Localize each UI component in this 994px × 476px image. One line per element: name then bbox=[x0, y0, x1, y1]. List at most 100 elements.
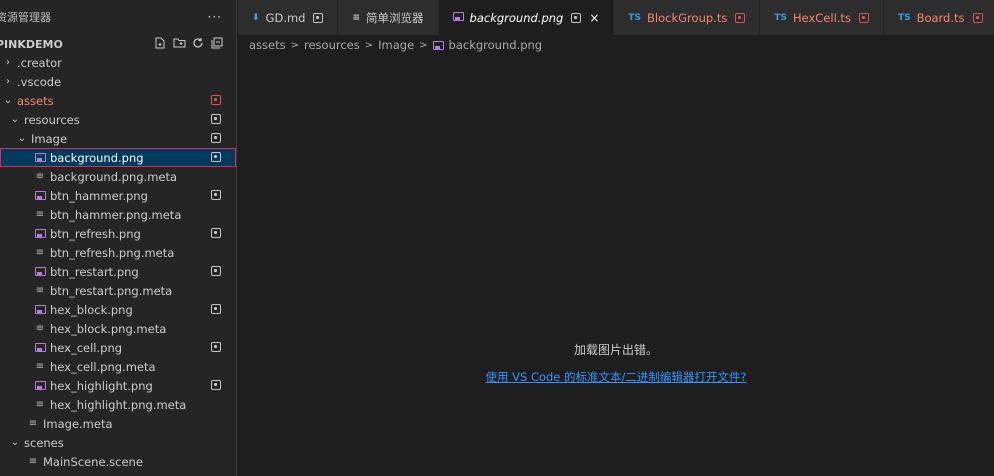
tree-item-label: btn_refresh.png.meta bbox=[50, 245, 175, 260]
tree-item[interactable]: hex_highlight.png bbox=[0, 376, 236, 395]
file-tree: › .creator › .vscode ⌄ assets ⌄ resources ⌄ Image… bbox=[0, 53, 236, 476]
breadcrumb-item-resources[interactable]: resources bbox=[304, 38, 360, 52]
explorer-title: 资源管理器 bbox=[0, 11, 51, 24]
new-folder-icon[interactable] bbox=[172, 36, 186, 50]
tree-item[interactable]: ⌄ scenes bbox=[0, 433, 236, 452]
tree-item[interactable]: ≡ btn_refresh.png.meta bbox=[0, 243, 236, 262]
tree-item-label: btn_hammer.png bbox=[50, 188, 148, 203]
tab-label: HexCell.ts bbox=[792, 10, 851, 25]
chevron-down-icon: ⌄ bbox=[10, 114, 20, 125]
tree-item-label: btn_restart.png bbox=[50, 264, 139, 279]
text-file-icon: ≡ bbox=[35, 285, 45, 296]
typescript-file-icon: TS bbox=[628, 12, 642, 23]
tree-item[interactable]: ≡ btn_hammer.png.meta bbox=[0, 205, 236, 224]
tree-item[interactable]: ≡ MainScene.scene bbox=[0, 452, 236, 471]
tree-item-label: assets bbox=[17, 93, 54, 108]
chevron-right-icon: › bbox=[6, 57, 10, 68]
text-file-icon: ≡ bbox=[28, 456, 38, 467]
image-preview-editor: 加载图片出错。 使用 VS Code 的标准文本/二进制编辑器打开文件? bbox=[238, 55, 994, 476]
modified-status-icon bbox=[571, 12, 582, 23]
breadcrumb: assets > resources > Image > background.… bbox=[249, 35, 542, 55]
typescript-file-icon: TS bbox=[897, 12, 911, 23]
image-file-icon bbox=[34, 228, 46, 240]
tree-item[interactable]: ≡ hex_block.png.meta bbox=[0, 319, 236, 338]
tree-item[interactable]: btn_restart.png bbox=[0, 262, 236, 281]
modified-status-icon bbox=[313, 12, 324, 23]
tree-item-label: resources bbox=[24, 112, 80, 127]
tree-item[interactable]: › .vscode bbox=[0, 72, 236, 91]
tree-item[interactable]: hex_cell.png bbox=[0, 338, 236, 357]
breadcrumb-item-file[interactable]: background.png bbox=[449, 38, 543, 52]
tree-item-label: background.png bbox=[50, 150, 144, 165]
tree-item[interactable]: btn_hammer.png bbox=[0, 186, 236, 205]
editor-tab[interactable]: background.png × bbox=[438, 0, 615, 35]
modified-status-icon bbox=[211, 190, 221, 200]
modified-status-icon bbox=[211, 95, 221, 105]
editor-tab[interactable]: TS Board.ts bbox=[883, 0, 994, 35]
modified-status-icon bbox=[858, 12, 869, 23]
image-file-icon bbox=[34, 266, 46, 278]
editor-tab[interactable]: TS HexCell.ts bbox=[760, 0, 884, 35]
text-file-icon: ≡ bbox=[35, 399, 45, 410]
tree-item-label: btn_hammer.png.meta bbox=[50, 207, 182, 222]
chevron-down-icon: ⌄ bbox=[10, 437, 20, 448]
text-file-icon: ≡ bbox=[35, 209, 45, 220]
tree-item-label: hex_highlight.png.meta bbox=[50, 397, 187, 412]
text-file-icon: ≡ bbox=[35, 361, 45, 372]
breadcrumb-item-image[interactable]: Image bbox=[378, 38, 414, 52]
editor-tab[interactable]: ≡ 简单浏览器 bbox=[338, 0, 439, 35]
project-section-header[interactable]: PINKDEMO bbox=[0, 34, 236, 54]
tree-item-label: .vscode bbox=[17, 74, 62, 89]
chevron-right-icon: > bbox=[290, 39, 299, 51]
image-file-icon bbox=[452, 11, 464, 24]
project-name: PINKDEMO bbox=[0, 37, 63, 51]
collapse-all-icon[interactable] bbox=[210, 36, 224, 50]
tree-item[interactable]: hex_block.png bbox=[0, 300, 236, 319]
new-file-icon[interactable] bbox=[153, 36, 167, 50]
tab-label: GD.md bbox=[265, 10, 306, 25]
refresh-icon[interactable] bbox=[191, 36, 205, 50]
image-file-icon bbox=[34, 304, 46, 316]
explorer-sidebar: 资源管理器 ··· PINKDEMO › .creator › .vscode ⌄ ass… bbox=[0, 0, 237, 476]
tree-item[interactable]: ⌄ resources bbox=[0, 110, 236, 129]
tree-item-label: hex_block.png bbox=[50, 302, 133, 317]
tree-item[interactable]: btn_refresh.png bbox=[0, 224, 236, 243]
tree-item-label: MainScene.scene bbox=[43, 454, 143, 469]
tree-item-label: background.png.meta bbox=[50, 169, 178, 184]
tree-item-label: Image bbox=[31, 131, 68, 146]
modified-status-icon bbox=[211, 304, 221, 314]
markdown-file-icon: ⬇ bbox=[252, 12, 260, 23]
image-file-icon bbox=[34, 380, 46, 392]
tree-item[interactable]: ⌄ Image bbox=[0, 129, 236, 148]
close-icon[interactable]: × bbox=[589, 11, 599, 25]
tree-item[interactable]: ≡ background.png.meta bbox=[0, 167, 236, 186]
tree-item[interactable]: ≡ Image.meta bbox=[0, 414, 236, 433]
chevron-down-icon: ⌄ bbox=[17, 133, 27, 144]
tree-item[interactable]: › .creator bbox=[0, 53, 236, 72]
tree-item-label: btn_restart.png.meta bbox=[50, 283, 173, 298]
more-actions-icon[interactable]: ··· bbox=[208, 10, 222, 24]
breadcrumb-item-assets[interactable]: assets bbox=[249, 38, 286, 52]
modified-status-icon bbox=[211, 114, 221, 124]
tree-item-label: .creator bbox=[17, 55, 62, 70]
tree-item[interactable]: ≡ hex_highlight.png.meta bbox=[0, 395, 236, 414]
editor-tabs: ⬇ GD.md ≡ 简单浏览器 background.png × TS BlockGroup.… bbox=[238, 0, 994, 35]
tree-item[interactable]: ≡MainScene.scene.meta bbox=[0, 471, 236, 476]
editor-tab[interactable]: ⬇ GD.md bbox=[238, 0, 339, 35]
tree-item-label: scenes bbox=[24, 435, 64, 450]
tab-label: Board.ts bbox=[916, 10, 965, 25]
tree-item[interactable]: ≡ btn_restart.png.meta bbox=[0, 281, 236, 300]
tab-label: BlockGroup.ts bbox=[647, 10, 728, 25]
explorer-header: 资源管理器 ··· bbox=[0, 0, 236, 34]
tree-item-label: hex_cell.png.meta bbox=[50, 359, 156, 374]
tree-item[interactable]: background.png bbox=[0, 148, 236, 167]
editor-tab[interactable]: TS BlockGroup.ts bbox=[614, 0, 761, 35]
tree-item[interactable]: ⌄ assets bbox=[0, 91, 236, 110]
image-file-icon bbox=[432, 40, 444, 50]
text-file-icon: ≡ bbox=[35, 247, 45, 258]
error-message: 加载图片出错。 bbox=[573, 343, 658, 357]
modified-status-icon bbox=[972, 12, 983, 23]
open-with-text-editor-link[interactable]: 使用 VS Code 的标准文本/二进制编辑器打开文件? bbox=[238, 369, 994, 385]
tree-item[interactable]: ≡ hex_cell.png.meta bbox=[0, 357, 236, 376]
modified-status-icon bbox=[211, 266, 221, 276]
